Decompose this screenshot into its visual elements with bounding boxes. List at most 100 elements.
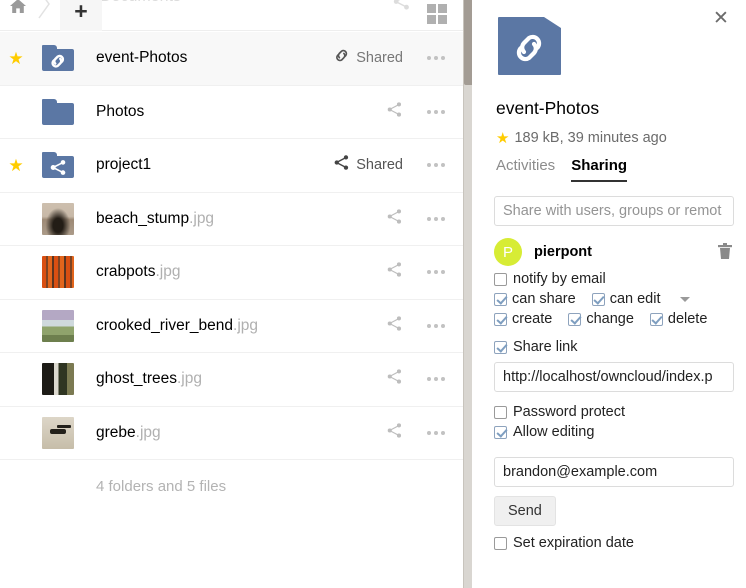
permission-share-edit-row: can share can edit bbox=[494, 291, 738, 307]
breadcrumb-current[interactable]: Documents bbox=[100, 0, 181, 6]
star-icon[interactable]: ★ bbox=[8, 50, 23, 67]
avatar: P bbox=[494, 238, 522, 266]
close-icon[interactable]: ✕ bbox=[710, 8, 732, 30]
link-icon[interactable] bbox=[333, 47, 350, 69]
sharing-panel: P pierpont notify by email can share bbox=[494, 196, 738, 551]
create-checkbox[interactable] bbox=[494, 313, 507, 326]
change-checkbox[interactable] bbox=[568, 313, 581, 326]
share-icon[interactable] bbox=[386, 261, 403, 283]
table-row[interactable]: ★ crabpots.jpg bbox=[0, 246, 463, 300]
owncloud-files-app: Documents + ★event-PhotosShared★Photos★p… bbox=[0, 0, 746, 588]
set-expiration-checkbox[interactable] bbox=[494, 537, 507, 550]
row-actions-cell[interactable] bbox=[409, 217, 463, 221]
can-edit-checkbox[interactable] bbox=[592, 293, 605, 306]
share-link-checkbox[interactable] bbox=[494, 341, 507, 354]
home-icon[interactable] bbox=[8, 0, 28, 16]
trash-icon[interactable] bbox=[718, 243, 732, 260]
scrollbar-thumb[interactable] bbox=[464, 0, 472, 85]
more-actions-icon[interactable] bbox=[427, 431, 445, 435]
share-nodes-icon bbox=[48, 159, 68, 176]
favorite-cell[interactable]: ★ bbox=[0, 317, 32, 334]
file-name[interactable]: grebe.jpg bbox=[84, 424, 323, 442]
share-icon[interactable] bbox=[386, 208, 403, 230]
favorite-cell[interactable]: ★ bbox=[0, 157, 32, 174]
send-button[interactable]: Send bbox=[494, 496, 556, 526]
star-icon[interactable]: ★ bbox=[8, 157, 23, 174]
table-row[interactable]: ★ crooked_river_bend.jpg bbox=[0, 300, 463, 354]
share-status-cell[interactable] bbox=[323, 208, 409, 230]
file-name[interactable]: crabpots.jpg bbox=[84, 263, 323, 281]
favorite-cell[interactable]: ★ bbox=[0, 50, 32, 67]
row-actions-cell[interactable] bbox=[409, 377, 463, 381]
new-button[interactable]: + bbox=[60, 0, 102, 31]
row-actions-cell[interactable] bbox=[409, 163, 463, 167]
share-status-cell[interactable] bbox=[323, 422, 409, 444]
table-row[interactable]: ★ beach_stump.jpg bbox=[0, 193, 463, 247]
grid-view-icon[interactable] bbox=[427, 4, 449, 26]
tab-sharing[interactable]: Sharing bbox=[571, 157, 627, 182]
share-icon[interactable] bbox=[386, 315, 403, 337]
share-icon[interactable] bbox=[386, 101, 403, 123]
share-status-cell[interactable]: Shared bbox=[323, 154, 409, 176]
table-row[interactable]: ★ event-PhotosShared bbox=[0, 32, 463, 86]
more-actions-icon[interactable] bbox=[427, 163, 445, 167]
more-actions-icon[interactable] bbox=[427, 56, 445, 60]
file-name[interactable]: crooked_river_bend.jpg bbox=[84, 317, 323, 335]
row-actions-cell[interactable] bbox=[409, 270, 463, 274]
row-actions-cell[interactable] bbox=[409, 110, 463, 114]
password-protect-checkbox[interactable] bbox=[494, 406, 507, 419]
share-nodes-icon[interactable] bbox=[333, 154, 350, 176]
chevron-down-icon[interactable] bbox=[680, 297, 690, 302]
share-status-cell[interactable] bbox=[323, 315, 409, 337]
file-list-scrollbar[interactable] bbox=[463, 0, 472, 588]
table-row[interactable]: ★ Photos bbox=[0, 86, 463, 140]
star-icon[interactable]: ★ bbox=[496, 131, 509, 146]
share-link-url-input[interactable] bbox=[494, 362, 734, 392]
tab-activities[interactable]: Activities bbox=[496, 157, 555, 182]
more-actions-icon[interactable] bbox=[427, 217, 445, 221]
can-share-checkbox[interactable] bbox=[494, 293, 507, 306]
share-icon[interactable] bbox=[386, 422, 403, 444]
notify-by-email-checkbox[interactable] bbox=[494, 273, 507, 286]
star-icon[interactable]: ★ bbox=[8, 103, 23, 120]
table-row[interactable]: ★ project1Shared bbox=[0, 139, 463, 193]
favorite-cell[interactable]: ★ bbox=[0, 371, 32, 388]
more-actions-icon[interactable] bbox=[427, 270, 445, 274]
share-icon[interactable] bbox=[386, 368, 403, 390]
row-actions-cell[interactable] bbox=[409, 56, 463, 60]
star-icon[interactable]: ★ bbox=[8, 317, 23, 334]
favorite-cell[interactable]: ★ bbox=[0, 424, 32, 441]
more-actions-icon[interactable] bbox=[427, 377, 445, 381]
file-preview-icon bbox=[498, 17, 564, 77]
file-name[interactable]: ghost_trees.jpg bbox=[84, 370, 323, 388]
table-row[interactable]: ★ ghost_trees.jpg bbox=[0, 353, 463, 407]
file-name[interactable]: event-Photos bbox=[84, 49, 323, 67]
email-link-input[interactable] bbox=[494, 457, 734, 487]
file-name[interactable]: project1 bbox=[84, 156, 323, 174]
password-protect-label: Password protect bbox=[513, 404, 625, 420]
share-with-input[interactable] bbox=[494, 196, 734, 226]
table-row[interactable]: ★ grebe.jpg bbox=[0, 407, 463, 461]
allow-editing-checkbox[interactable] bbox=[494, 426, 507, 439]
favorite-cell[interactable]: ★ bbox=[0, 103, 32, 120]
details-sidebar: ✕ event-Photos ★ 189 kB, 39 minutes ago … bbox=[472, 0, 746, 588]
share-status-cell[interactable] bbox=[323, 368, 409, 390]
star-icon[interactable]: ★ bbox=[8, 210, 23, 227]
row-actions-cell[interactable] bbox=[409, 324, 463, 328]
file-name[interactable]: beach_stump.jpg bbox=[84, 210, 323, 228]
star-icon[interactable]: ★ bbox=[8, 371, 23, 388]
share-status-cell[interactable] bbox=[323, 261, 409, 283]
share-icon[interactable] bbox=[392, 0, 411, 16]
breadcrumb-separator-icon bbox=[36, 0, 52, 20]
share-status-cell[interactable]: Shared bbox=[323, 47, 409, 69]
row-actions-cell[interactable] bbox=[409, 431, 463, 435]
delete-checkbox[interactable] bbox=[650, 313, 663, 326]
favorite-cell[interactable]: ★ bbox=[0, 210, 32, 227]
share-status-cell[interactable] bbox=[323, 101, 409, 123]
favorite-cell[interactable]: ★ bbox=[0, 264, 32, 281]
star-icon[interactable]: ★ bbox=[8, 264, 23, 281]
more-actions-icon[interactable] bbox=[427, 110, 445, 114]
star-icon[interactable]: ★ bbox=[8, 424, 23, 441]
more-actions-icon[interactable] bbox=[427, 324, 445, 328]
file-name[interactable]: Photos bbox=[84, 103, 323, 121]
